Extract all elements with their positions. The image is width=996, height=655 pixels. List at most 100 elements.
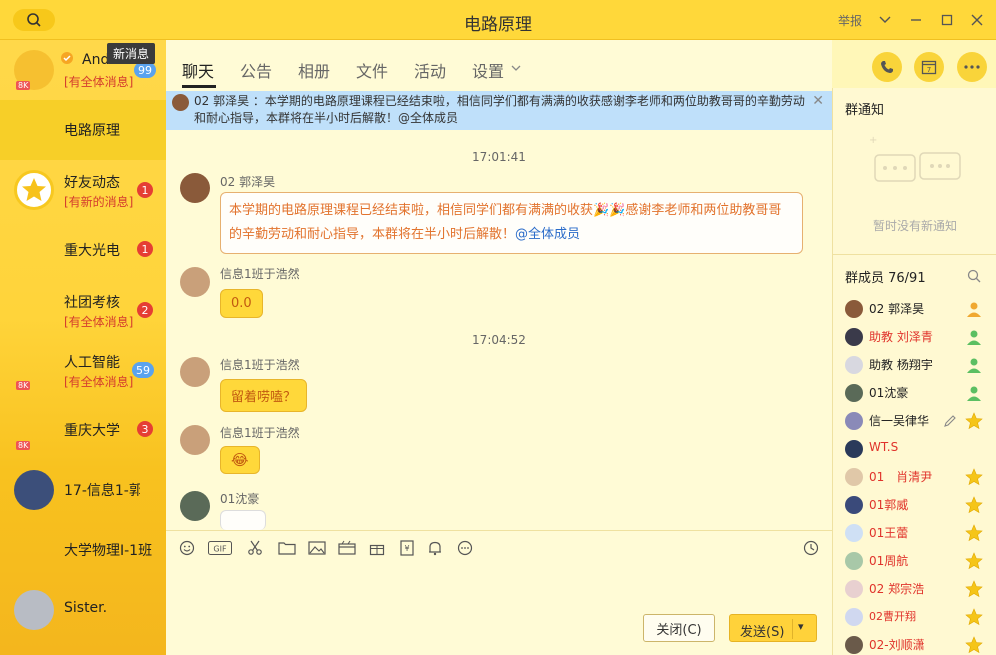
member-item[interactable]: 01 肖清尹 [833,464,996,492]
tab-activities[interactable]: 活动 [414,58,446,82]
member-item[interactable]: 02曹开翔 [833,604,996,632]
more-tools-icon[interactable] [456,540,474,556]
members-title: 群成员 76/91 [845,271,926,286]
member-item[interactable]: 助教 杨翔宇 [833,352,996,380]
svg-text:GIF: GIF [213,545,227,554]
conversation-list: And [有全体消息] 99 8K 新消息 电路原理 好友动态 [有新的消息] … [0,40,166,655]
close-icon[interactable]: ✕ [812,93,824,110]
report-link[interactable]: 举报 [838,12,862,29]
emoji-icon[interactable] [178,540,196,556]
conversation-item[interactable]: 社团考核 [有全体消息] 2 [0,280,166,340]
new-message-tooltip: 新消息 [107,43,156,64]
conversation-name: 社团考核 [64,295,120,311]
gift-icon[interactable] [368,540,386,556]
conversation-name: 大学物理I-1班 [64,543,153,559]
conversation-item[interactable]: 17-信息1-郭 [0,460,166,520]
tab-settings[interactable]: 设置 [472,58,504,82]
conversation-item[interactable]: 好友动态 [有新的消息] 1 [0,160,166,220]
svg-text:+: + [869,135,877,146]
member-item[interactable]: 02 郭泽昊 [833,296,996,324]
star-icon [965,608,983,626]
chevron-down-icon[interactable] [511,65,521,72]
send-label: 发送(S) [740,625,785,640]
conversation-item[interactable]: Sister. [0,580,166,640]
redpacket-icon[interactable]: ¥ [398,540,416,556]
avatar [845,496,863,514]
folder-icon[interactable] [278,540,296,556]
image-icon[interactable] [308,540,326,556]
calendar-icon: 7 [921,60,937,75]
close-icon[interactable] [967,10,987,30]
member-item[interactable]: 01王蕾 [833,520,996,548]
chevron-down-icon[interactable]: ▾ [798,620,804,633]
conversation-item[interactable]: 大学物理I-1班 [0,520,166,580]
minimize-icon[interactable] [906,10,926,30]
tab-underline [182,85,216,88]
close-button[interactable]: 关闭(C) [643,614,715,642]
member-item[interactable]: 01沈豪 [833,380,996,408]
tab-announcement[interactable]: 公告 [240,58,272,82]
avatar[interactable] [180,491,210,521]
conversation-subtitle: [有全体消息] [64,375,134,389]
tab-chat[interactable]: 聊天 [182,58,214,82]
member-item[interactable]: 01周航 [833,548,996,576]
more-button[interactable] [957,52,987,82]
member-item[interactable]: WT.S [833,436,996,464]
history-icon[interactable] [802,540,820,556]
message-text: 感谢李老师和两位助教哥哥 [625,203,782,218]
bell-icon[interactable] [426,540,444,556]
star-icon [965,496,983,514]
conversation-item[interactable]: 重大光电 1 [0,220,166,280]
member-name: 助教 杨翔宇 [869,358,933,372]
member-item[interactable]: 02-刘顺潇 [833,632,996,655]
conversation-name: 17-信息1-郭 [64,483,140,499]
sender-name: 02 郭泽昊 [220,175,276,189]
member-item[interactable]: 01郭威 [833,492,996,520]
chevron-down-icon[interactable] [875,10,895,30]
calendar-button[interactable]: 7 [914,52,944,82]
conversation-item[interactable]: 人工智能 [有全体消息] 59 8K [0,340,166,400]
star-icon [965,412,983,430]
avatar[interactable] [180,173,210,203]
timestamp: 17:01:41 [472,150,526,164]
conversation-item-active[interactable]: 电路原理 [0,100,166,160]
avatar[interactable] [180,357,210,387]
star-icon [965,524,983,542]
call-button[interactable] [872,52,902,82]
tag-icon: 8K [16,381,31,390]
mention-link[interactable]: @全体成员 [515,227,580,242]
tag-icon: 8K [16,81,31,90]
gif-icon[interactable]: GIF [208,540,232,556]
svg-text:¥: ¥ [404,544,409,553]
tag-icon: 8K [16,441,31,450]
divider [792,619,793,639]
edit-icon[interactable] [943,414,957,428]
qzone-avatar [14,170,54,210]
maximize-icon[interactable] [937,10,957,30]
send-button[interactable]: 发送(S) ▾ [729,614,817,642]
avatar[interactable] [180,425,210,455]
conversation-name: 重大光电 [64,243,120,259]
star-icon [965,468,983,486]
member-item[interactable]: 助教 刘泽青 [833,324,996,352]
pinned-announcement[interactable]: 02 郭泽昊 ：本学期的电路原理课程已经结束啦，相信同学们都有满满的收获感谢李老… [166,91,832,130]
tab-album[interactable]: 相册 [298,58,330,82]
message-bubble: 0.0 [220,289,263,318]
avatar [845,524,863,542]
member-item[interactable]: 信一吴律华 [833,408,996,436]
group-info-panel: 群通知 + 暂时没有新通知 群成员 76/91 02 郭泽昊 助教 刘泽青 助教… [832,88,996,655]
scissors-icon[interactable] [246,540,264,556]
message-bubble: 😂 [220,446,260,474]
star-icon [965,580,983,598]
search-icon[interactable] [967,269,981,283]
video-icon[interactable] [338,540,356,556]
owner-icon [967,302,981,317]
member-item[interactable]: 02 郑宗浩 [833,576,996,604]
tab-files[interactable]: 文件 [356,58,388,82]
avatar[interactable] [180,267,210,297]
sender-name: 信息1班于浩然 [220,358,300,372]
unread-badge: 99 [134,62,156,78]
conversation-item[interactable]: And [有全体消息] 99 8K 新消息 [0,40,166,100]
member-name: 02 郑宗浩 [869,582,925,596]
conversation-item[interactable]: 重庆大学 3 8K [0,400,166,460]
